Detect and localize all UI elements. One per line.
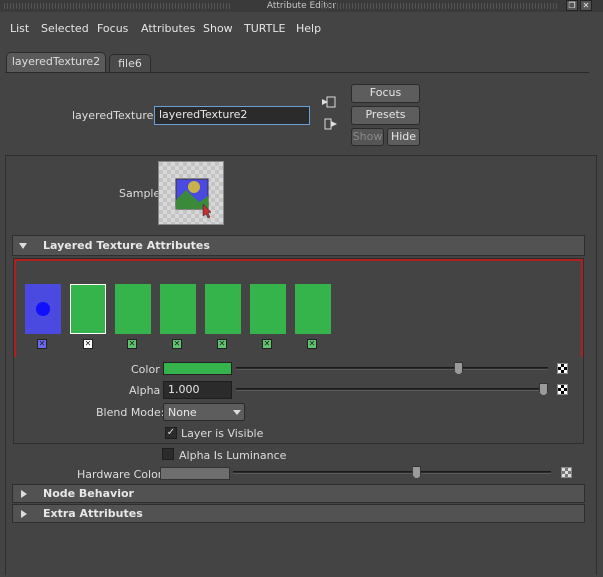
menu-show[interactable]: Show [203,22,233,35]
color-map-icon[interactable] [557,363,568,374]
close-window-icon[interactable]: ✕ [580,0,592,11]
hardware-color-slider-track[interactable] [233,471,551,474]
menu-turtle[interactable]: TURTLE [244,22,285,35]
layer-swatch-1[interactable] [25,284,61,334]
sample-label: Sample [119,187,161,200]
color-swatch[interactable] [163,362,232,375]
output-connection-icon[interactable] [324,118,338,130]
alpha-luminance-checkbox[interactable] [162,448,174,460]
layer-swatch-3[interactable] [115,284,151,334]
blend-mode-value: None [168,406,197,419]
sample-swatch[interactable] [158,161,224,225]
alpha-map-icon[interactable] [557,384,568,395]
layer-swatch-2[interactable] [70,284,106,334]
node-name-field[interactable]: layeredTexture2 [154,106,310,125]
hardware-color-label: Hardware Color [77,468,163,481]
layer-remove-icon-1[interactable]: ✕ [37,339,47,349]
layer-remove-icon-2[interactable]: ✕ [83,339,93,349]
layer-visible-label: Layer is Visible [181,427,264,440]
layer-remove-icon-3[interactable]: ✕ [127,339,137,349]
input-connection-icon[interactable] [322,96,336,108]
alpha-slider-track[interactable] [236,388,548,391]
layer-swatch-6[interactable] [250,284,286,334]
node-behavior-title: Node Behavior [43,487,134,500]
expand-triangle-icon [21,490,27,498]
hardware-color-swatch[interactable] [160,467,230,480]
menu-focus[interactable]: Focus [97,22,128,35]
extra-attributes-title: Extra Attributes [43,507,143,520]
layered-texture-section-header[interactable]: Layered Texture Attributes [12,235,585,256]
hardware-color-map-icon[interactable] [561,467,572,478]
blend-mode-dropdown[interactable]: None [163,403,245,421]
color-slider-track[interactable] [236,367,548,370]
tab-file6[interactable]: file6 [109,54,151,72]
show-button[interactable]: Show [351,128,384,146]
expand-triangle-icon [21,510,27,518]
title-grip-right [322,3,557,9]
tab-divider [5,72,589,73]
focus-button[interactable]: Focus [351,84,420,103]
menu-bar: List Selected Focus Attributes Show TURT… [0,18,603,40]
layer-remove-icon-6[interactable]: ✕ [262,339,272,349]
layer-visible-checkbox[interactable]: ✓ [165,427,177,439]
node-behavior-section-header[interactable]: Node Behavior [12,484,585,503]
window-title-bar: Attribute Editor [0,0,603,12]
layer-swatch-5[interactable] [205,284,241,334]
color-label: Color [131,363,160,376]
hide-button[interactable]: Hide [387,128,420,146]
extra-attributes-section-header[interactable]: Extra Attributes [12,504,585,523]
layer-remove-icon-4[interactable]: ✕ [172,339,182,349]
menu-attributes[interactable]: Attributes [141,22,195,35]
menu-selected[interactable]: Selected [41,22,89,35]
title-grip-left [4,3,232,9]
layer-swatch-4[interactable] [160,284,196,334]
alpha-luminance-label: Alpha Is Luminance [179,449,287,462]
chevron-down-icon [233,410,241,415]
node-type-label: layeredTexture: [72,109,158,122]
collapse-triangle-icon [19,243,27,249]
layer-remove-icon-5[interactable]: ✕ [217,339,227,349]
tab-layeredtexture2[interactable]: layeredTexture2 [6,52,106,72]
layer-remove-icon-7[interactable]: ✕ [307,339,317,349]
blend-mode-label: Blend Mode: [96,406,165,419]
restore-window-icon[interactable]: ❐ [566,0,578,11]
layer-dot-icon [36,302,50,316]
alpha-label: Alpha [129,384,161,397]
menu-help[interactable]: Help [296,22,321,35]
section-title: Layered Texture Attributes [43,239,210,252]
presets-button[interactable]: Presets [351,106,420,125]
alpha-field[interactable]: 1.000 [163,381,232,399]
menu-list[interactable]: List [10,22,29,35]
layer-swatch-7[interactable] [295,284,331,334]
